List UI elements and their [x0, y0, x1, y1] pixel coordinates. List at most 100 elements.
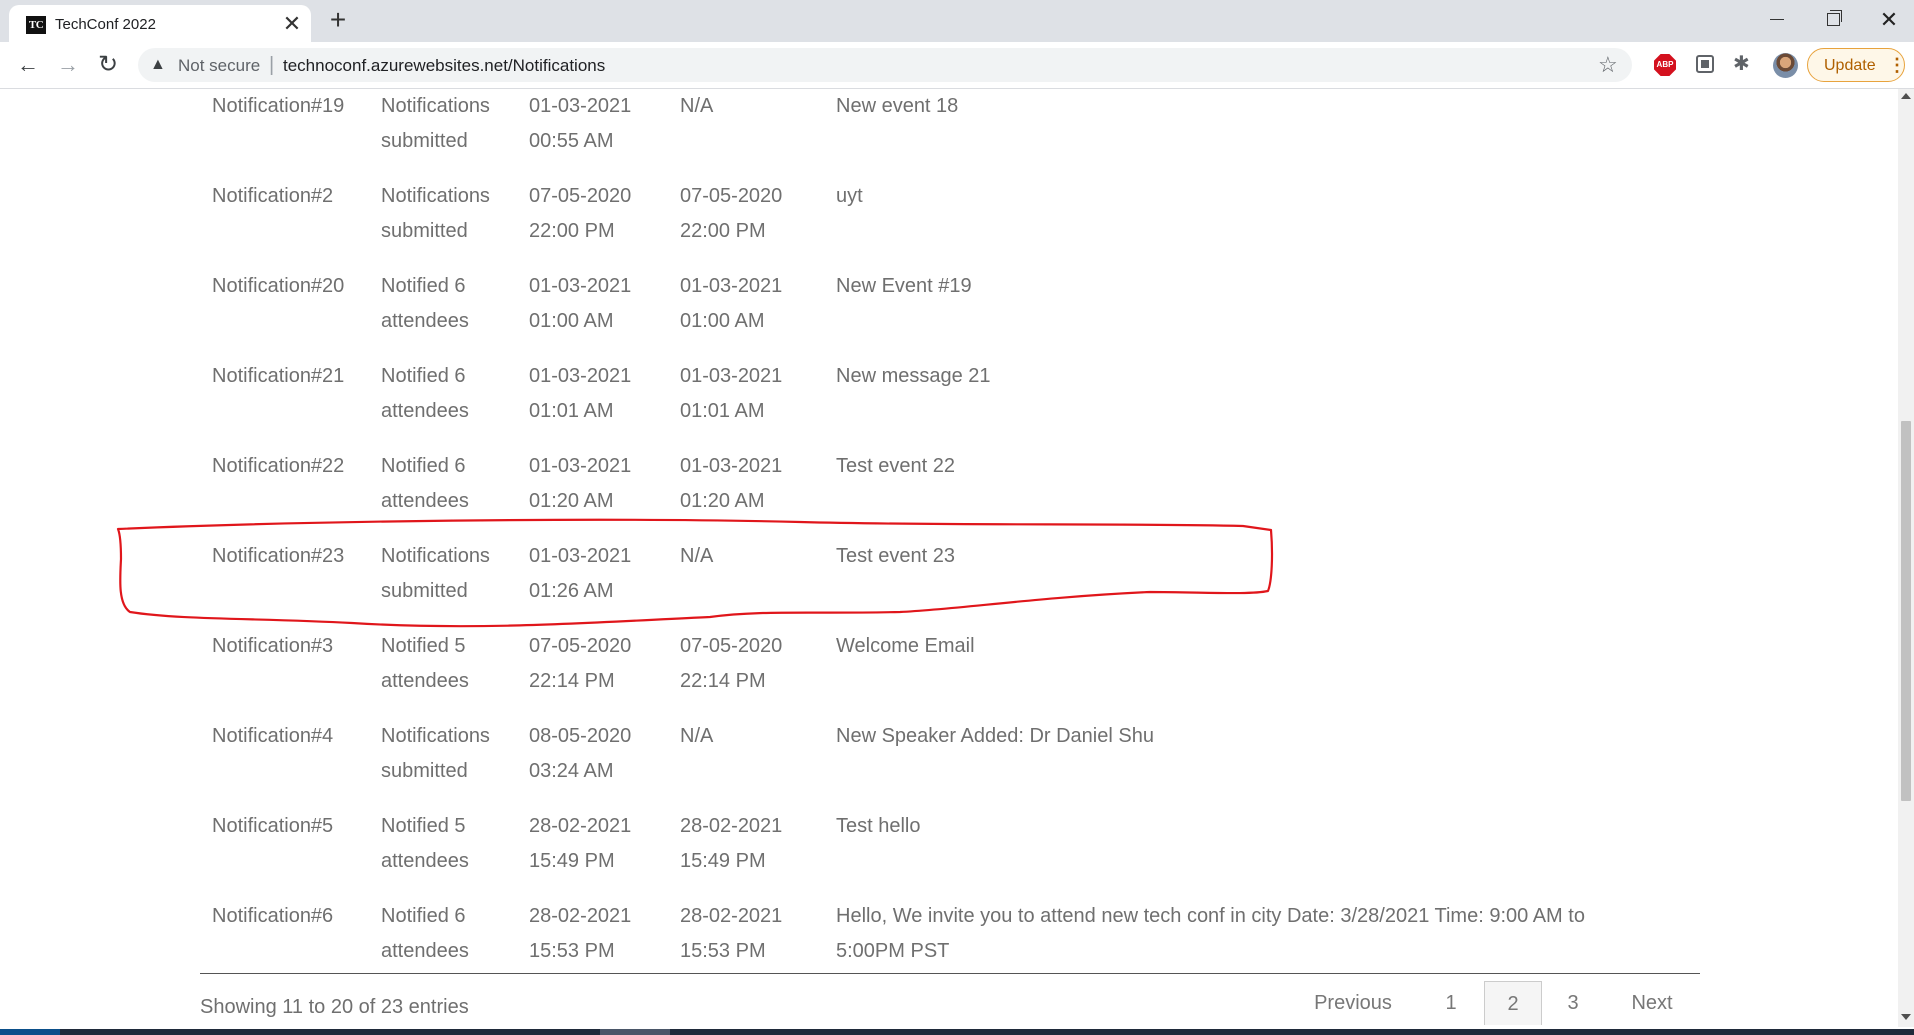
security-label[interactable]: Not secure [178, 56, 260, 76]
notification-status-line: attendees [381, 400, 469, 422]
scroll-up-icon[interactable] [1901, 93, 1911, 99]
notification-status: Notified 6 attendees [381, 269, 521, 339]
notification-completed-date-line [680, 124, 820, 159]
notification-subject: uyt [836, 179, 1656, 249]
window-minimize-button[interactable] [1754, 0, 1800, 40]
url-text[interactable]: technoconf.azurewebsites.net/Notificatio… [283, 56, 605, 76]
table-row[interactable]: Notification#20 Notified 6 attendees 01-03-… [0, 269, 1898, 359]
notification-status-line: attendees [381, 850, 469, 872]
notification-submitted-date: 01-03-2021 01:20 AM [529, 449, 669, 519]
table-row[interactable]: Notification#5 Notified 5 attendees 28-02-2… [0, 809, 1898, 899]
pagination-page-1[interactable]: 1 [1426, 981, 1476, 1025]
menu-dots-icon[interactable]: ⋮ [1888, 53, 1906, 77]
notification-completed-date: N/A [680, 89, 820, 159]
notification-submitted-date: 01-03-2021 01:01 AM [529, 359, 669, 429]
notification-submitted-date-line: 01-03-2021 [529, 545, 632, 567]
notification-completed-date: 07-05-2020 22:00 PM [680, 179, 820, 249]
notification-completed-date-line: 28-02-2021 [680, 905, 783, 927]
notification-completed-date-line [680, 754, 820, 789]
extension-icon[interactable] [1696, 55, 1714, 73]
reload-button[interactable]: ↻ [92, 49, 124, 81]
bookmark-star-icon[interactable]: ☆ [1598, 52, 1618, 78]
pagination-page-2-current[interactable]: 2 [1484, 981, 1542, 1025]
notification-status-line: attendees [381, 670, 469, 692]
notification-status-line: Notifications [381, 185, 490, 207]
os-taskbar [0, 1029, 1914, 1035]
browser-toolbar: ← → ↻ ▲ Not secure | technoconf.azureweb… [0, 42, 1914, 89]
page-scrollbar[interactable] [1898, 89, 1914, 1027]
table-row[interactable]: Notification#4 Notifications submitted 08-0… [0, 719, 1898, 809]
notification-submitted-date-line: 15:49 PM [529, 850, 615, 872]
notification-subject-line [836, 214, 1656, 249]
notification-completed-date-line: N/A [680, 725, 714, 747]
tab-close-icon[interactable]: ✕ [279, 11, 305, 37]
pagination-page-3[interactable]: 3 [1548, 981, 1598, 1025]
table-row[interactable]: Notification#22 Notified 6 attendees 01-03-… [0, 449, 1898, 539]
forward-button[interactable]: → [52, 49, 84, 81]
update-label: Update [1824, 57, 1876, 74]
notification-subject-line [836, 754, 1656, 789]
scroll-down-icon[interactable] [1901, 1014, 1911, 1020]
notification-submitted-date: 01-03-2021 00:55 AM [529, 89, 669, 159]
notification-submitted-date-line: 01-03-2021 [529, 95, 632, 117]
scrollbar-thumb[interactable] [1901, 421, 1911, 801]
notification-subject-line [836, 664, 1656, 699]
window-close-button[interactable]: ✕ [1866, 0, 1912, 40]
notification-completed-date-line: 01:00 AM [680, 310, 765, 332]
notification-submitted-date: 08-05-2020 03:24 AM [529, 719, 669, 789]
notification-status: Notifications submitted [381, 179, 521, 249]
notification-completed-date: 28-02-2021 15:49 PM [680, 809, 820, 879]
minimize-icon [1770, 19, 1784, 20]
notification-name: Notification#6 [212, 905, 334, 927]
notification-name: Notification#21 [212, 365, 345, 387]
notification-status: Notified 5 attendees [381, 809, 521, 879]
taskbar-start-segment[interactable] [0, 1029, 60, 1035]
taskbar-app-segment[interactable] [600, 1029, 670, 1035]
notification-submitted-date: 07-05-2020 22:00 PM [529, 179, 669, 249]
pagination-next[interactable]: Next [1610, 981, 1694, 1025]
notification-status-line: Notified 6 [381, 275, 466, 297]
profile-avatar[interactable] [1773, 53, 1798, 78]
browser-tab[interactable]: TC TechConf 2022 ✕ [9, 5, 311, 42]
notification-subject-line: 5:00PM PST [836, 940, 950, 962]
notification-completed-date: 01-03-2021 01:01 AM [680, 359, 820, 429]
techconf-favicon-icon: TC [26, 16, 46, 34]
table-row[interactable]: Notification#2 Notifications submitted 07-0… [0, 179, 1898, 269]
update-button[interactable]: Update ⋮ [1807, 48, 1906, 82]
address-bar[interactable]: ▲ Not secure | technoconf.azurewebsites.… [138, 48, 1632, 82]
notification-subject-line: New Event #19 [836, 275, 972, 297]
back-button[interactable]: ← [12, 49, 44, 81]
new-tab-button[interactable]: + [323, 5, 353, 35]
table-row[interactable]: Notification#23 Notifications submitted 01-… [0, 539, 1898, 629]
notification-subject: New Event #19 [836, 269, 1656, 339]
table-row[interactable]: Notification#6 Notified 6 attendees 28-02-2… [0, 899, 1898, 989]
notification-status-line: Notified 6 [381, 365, 466, 387]
notification-submitted-date: 28-02-2021 15:53 PM [529, 899, 669, 969]
tab-strip: TC TechConf 2022 ✕ + ✕ [0, 0, 1914, 42]
notification-subject-line: Hello, We invite you to attend new tech … [836, 905, 1585, 927]
notification-completed-date: N/A [680, 719, 820, 789]
table-info: Showing 11 to 20 of 23 entries [200, 996, 469, 1018]
notification-subject-line: New event 18 [836, 95, 959, 117]
window-restore-button[interactable] [1810, 0, 1856, 40]
table-row[interactable]: Notification#19 Notifications submitted 01-… [0, 89, 1898, 179]
notification-status-line: Notifications [381, 725, 490, 747]
notification-completed-date: 28-02-2021 15:53 PM [680, 899, 820, 969]
notification-submitted-date-line: 15:53 PM [529, 940, 615, 962]
extensions-puzzle-icon[interactable]: ✱ [1733, 51, 1750, 76]
notification-completed-date-line: 22:00 PM [680, 220, 766, 242]
pagination-previous[interactable]: Previous [1298, 981, 1408, 1025]
notification-subject-line [836, 394, 1656, 429]
adblock-plus-icon[interactable]: ABP [1654, 54, 1676, 76]
notification-submitted-date-line: 00:55 AM [529, 130, 614, 152]
notification-name: Notification#4 [212, 725, 334, 747]
warning-icon[interactable]: ▲ [150, 56, 166, 74]
notification-status: Notifications submitted [381, 89, 521, 159]
notification-completed-date-line: 01-03-2021 [680, 455, 783, 477]
table-row[interactable]: Notification#21 Notified 6 attendees 01-03-… [0, 359, 1898, 449]
table-row[interactable]: Notification#3 Notified 5 attendees 07-05-2… [0, 629, 1898, 719]
notification-submitted-date-line: 01:00 AM [529, 310, 614, 332]
notification-name: Notification#5 [212, 815, 334, 837]
notification-subject-line: Test event 22 [836, 455, 955, 477]
notification-status-line: Notifications [381, 95, 490, 117]
